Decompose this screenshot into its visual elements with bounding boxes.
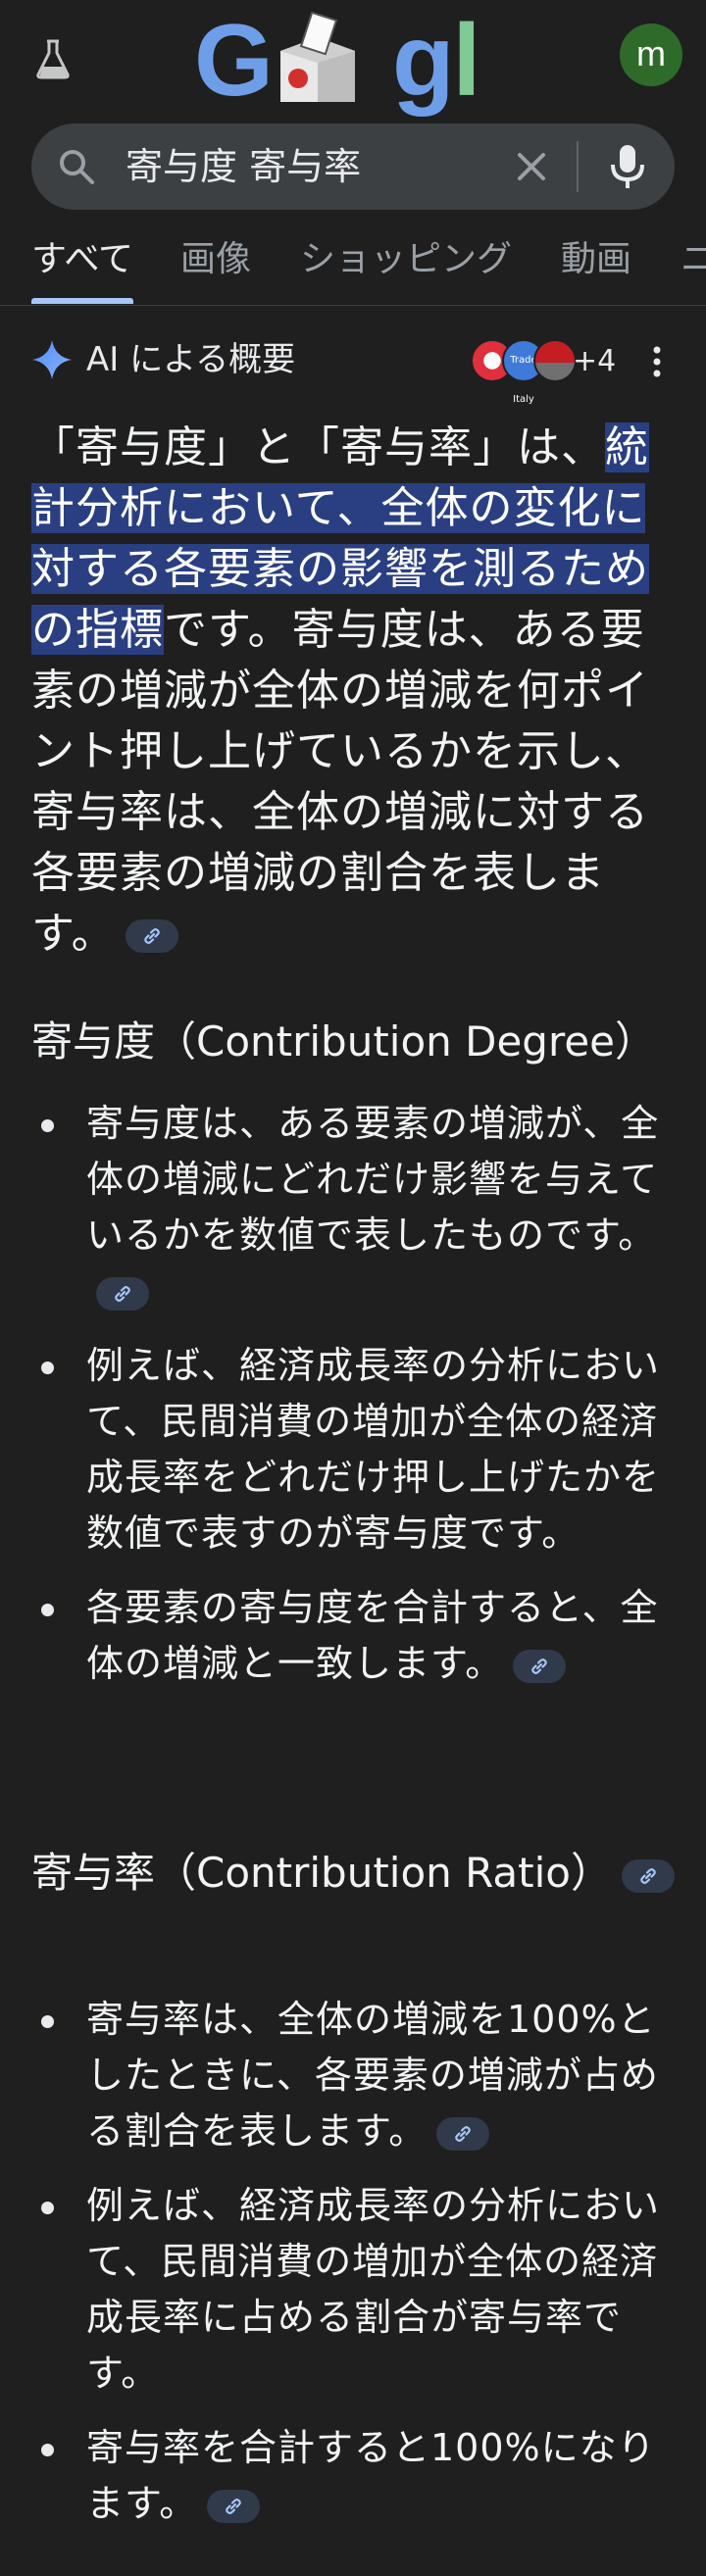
- search-bar[interactable]: 寄与度 寄与率: [31, 124, 675, 210]
- source-favicons[interactable]: Trade Italy: [471, 339, 577, 405]
- tab-news[interactable]: ニ: [681, 235, 706, 284]
- link-icon: [143, 928, 160, 944]
- labs-flask-icon[interactable]: [33, 37, 73, 80]
- avatar[interactable]: m: [620, 24, 682, 86]
- source-link-button[interactable]: [96, 1276, 149, 1311]
- ai-overview-title: AI による概要: [86, 340, 296, 379]
- list-item: 寄与率は、全体の増減を100%としたときに、各要素の増減が占める割合を表します。: [31, 1992, 679, 2159]
- search-icon: [60, 150, 94, 184]
- list-item: 寄与率を合計すると100%になります。: [31, 2420, 679, 2532]
- list-item: 例えば、経済成長率の分析において、民間消費の増加が全体の経済成長率に占める割合が…: [31, 2178, 679, 2402]
- link-icon: [455, 2125, 472, 2142]
- clear-icon[interactable]: [512, 147, 551, 186]
- tab-videos[interactable]: 動画: [561, 235, 631, 284]
- contribution-ratio-list: 寄与率は、全体の増減を100%としたときに、各要素の増減が占める割合を表します。…: [31, 1992, 679, 2551]
- source-link-button[interactable]: [513, 1649, 567, 1683]
- search-divider: [577, 141, 579, 192]
- summary-text: 「寄与度」と「寄与率」は、: [31, 422, 605, 472]
- sparkle-icon: [32, 340, 72, 379]
- source-link-button[interactable]: [436, 2116, 490, 2151]
- ai-overview-header: AI による概要 Trade Italy +4: [0, 333, 706, 405]
- list-item: 例えば、経済成長率の分析において、民間消費の増加が全体の経済成長率をどれだけ押し…: [31, 1338, 679, 1561]
- link-icon: [640, 1867, 656, 1884]
- contribution-degree-list: 寄与度は、ある要素の増減が、全体の増減にどれだけ影響を与えているかを数値で表した…: [31, 1096, 679, 1710]
- link-icon: [531, 1658, 548, 1674]
- link-icon: [226, 2498, 242, 2514]
- source-favicon: [533, 339, 577, 382]
- google-doodle-logo[interactable]: Google: [194, 4, 508, 225]
- tab-all[interactable]: すべて: [31, 235, 133, 284]
- tab-images[interactable]: 画像: [180, 235, 251, 284]
- section-heading-text: 寄与率（Contribution Ratio）: [31, 1849, 612, 1897]
- list-item: 寄与度は、ある要素の増減が、全体の増減にどれだけ影響を与えているかを数値で表した…: [31, 1096, 679, 1319]
- top-bar: Google m: [0, 0, 706, 225]
- more-vert-icon[interactable]: [645, 341, 669, 382]
- list-item-text: 例えば、経済成長率の分析において、民間消費の増加が全体の経済成長率に占める割合が…: [86, 2184, 661, 2395]
- list-item-text: 寄与度は、ある要素の増減が、全体の増減にどれだけ影響を与えているかを数値で表した…: [86, 1102, 660, 1257]
- list-item-text: 寄与率は、全体の増減を100%としたときに、各要素の増減が占める割合を表します。: [86, 1998, 659, 2153]
- list-item-text: 各要素の寄与度を合計すると、全体の増減と一致します。: [86, 1586, 659, 1685]
- source-link-button[interactable]: [621, 1858, 675, 1893]
- list-item: 各要素の寄与度を合計すると、全体の増減と一致します。: [31, 1580, 679, 1692]
- summary-text: です。寄与度は、ある要素の増減が全体の増減を何ポイント押し上げているかを示し、寄…: [31, 605, 649, 959]
- active-tab-indicator: [31, 298, 133, 304]
- ai-overview-summary: 「寄与度」と「寄与率」は、統計分析において、全体の変化に対する各要素の影響を測る…: [31, 418, 681, 965]
- section-heading-contribution-ratio: 寄与率（Contribution Ratio）: [31, 1841, 679, 1906]
- link-icon: [115, 1285, 130, 1302]
- list-item-text: 寄与率を合計すると100%になります。: [86, 2426, 656, 2525]
- list-item-text: 例えば、経済成長率の分析において、民間消費の増加が全体の経済成長率をどれだけ押し…: [86, 1344, 661, 1555]
- logo-letter: g: [391, 4, 455, 118]
- source-count[interactable]: +4: [573, 337, 616, 386]
- mic-icon[interactable]: [606, 143, 649, 190]
- source-link-button[interactable]: [207, 2489, 261, 2523]
- search-input[interactable]: 寄与度 寄与率: [126, 141, 361, 192]
- logo-letter: l: [452, 4, 481, 118]
- section-heading-contribution-degree: 寄与度（Contribution Degree）: [31, 1017, 656, 1065]
- source-link-button[interactable]: [125, 919, 178, 953]
- ballot-box-icon: [280, 12, 355, 102]
- search-tabs: すべて 画像 ショッピング 動画 ニ: [0, 227, 706, 306]
- tab-shopping[interactable]: ショッピング: [300, 235, 512, 284]
